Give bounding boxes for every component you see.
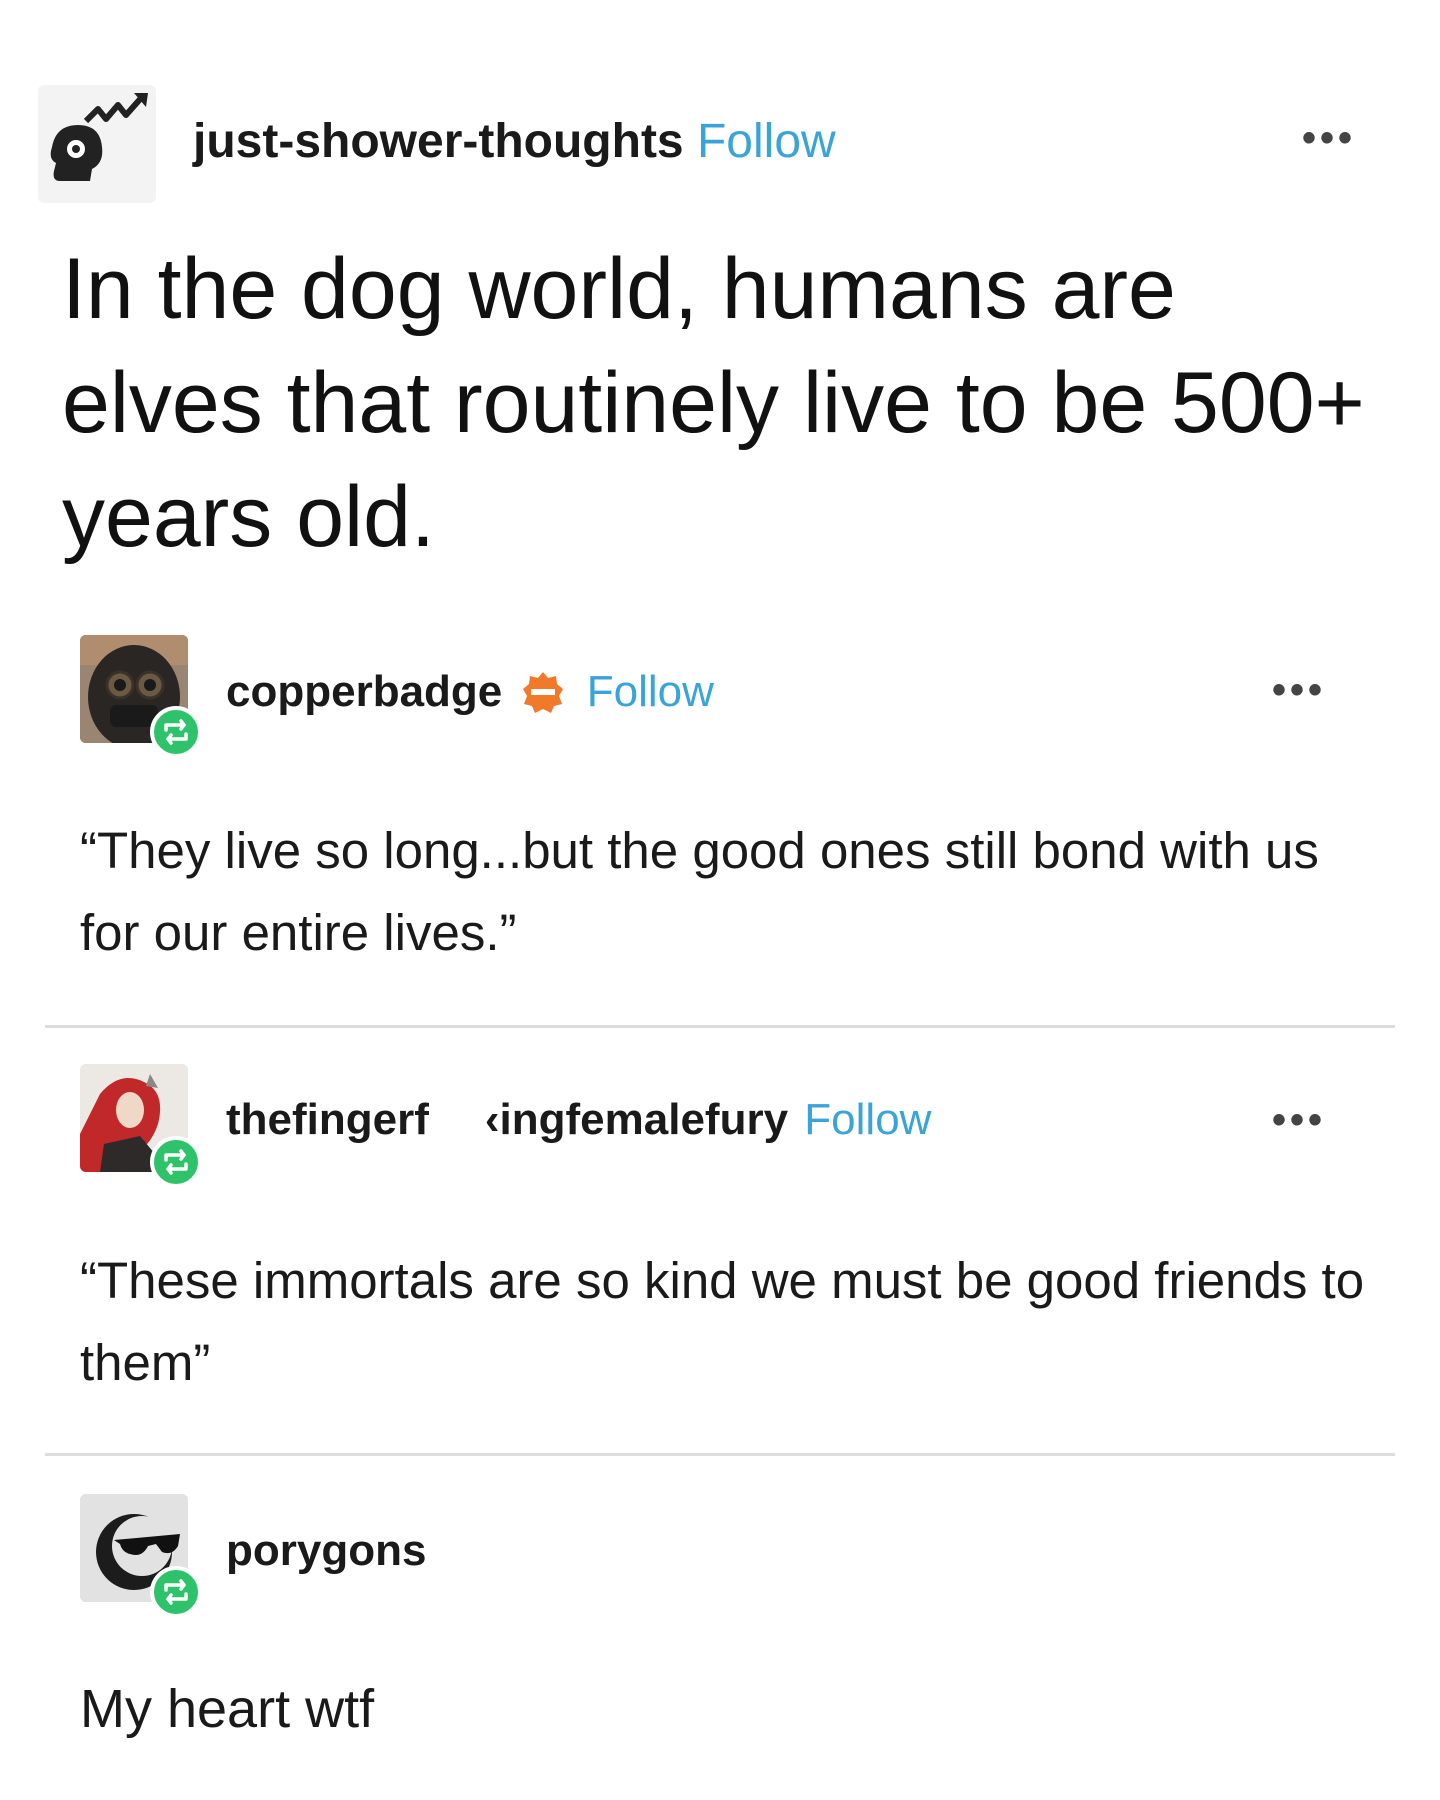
reblog-badge	[150, 1566, 202, 1618]
reblog-header: thefingerf ‹ingfemalefury Follow	[226, 1092, 931, 1148]
reblog-icon	[164, 1579, 188, 1605]
thefingerf-username-part[interactable]: thefingerf	[226, 1095, 429, 1144]
follow-button[interactable]: Follow	[697, 115, 836, 168]
porygons-username[interactable]: porygons	[226, 1526, 426, 1575]
more-options-icon[interactable]: •••	[1302, 118, 1356, 158]
kingfemalefury-username-part[interactable]: ‹ingfemalefury	[485, 1095, 788, 1144]
verified-badge-icon	[522, 672, 563, 713]
divider	[45, 1025, 1395, 1028]
reblog-text: “They live so long...but the good ones s…	[80, 822, 1319, 961]
op-username[interactable]: just-shower-thoughts	[193, 115, 684, 168]
more-options-icon[interactable]: •••	[1272, 670, 1326, 710]
copperbadge-username[interactable]: copperbadge	[226, 667, 502, 716]
divider	[45, 1453, 1395, 1456]
more-options-icon[interactable]: •••	[1272, 1100, 1326, 1140]
post-text: In the dog world, humans are elves that …	[62, 241, 1365, 565]
follow-button[interactable]: Follow	[587, 667, 714, 716]
reblog-badge	[150, 706, 202, 758]
reblog-header: copperbadge Follow	[226, 664, 714, 720]
op-avatar[interactable]	[38, 85, 156, 203]
reblog-badge	[150, 1136, 202, 1188]
reblog-text: “These immortals are so kind we must be …	[80, 1252, 1365, 1391]
reblog-header: porygons	[226, 1523, 426, 1579]
brain-graph-icon	[50, 93, 148, 181]
follow-button[interactable]: Follow	[804, 1095, 931, 1144]
reblog-icon	[164, 719, 188, 745]
post-header: just-shower-thoughts Follow	[193, 112, 836, 172]
reblog-text: My heart wtf	[80, 1679, 375, 1739]
reblog-icon	[164, 1149, 188, 1175]
